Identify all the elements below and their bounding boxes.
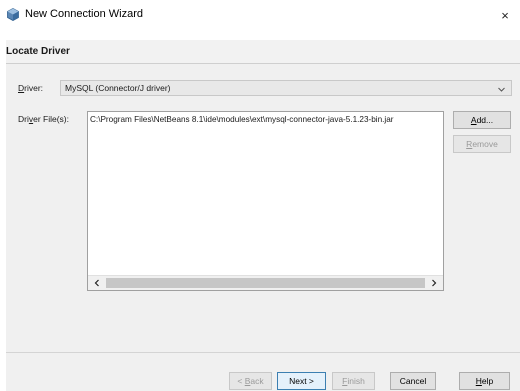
driver-files-label: Driver File(s): <box>18 114 69 124</box>
driver-label: Driver: <box>18 83 44 93</box>
window-title: New Connection Wizard <box>25 8 143 20</box>
step-title: Locate Driver <box>6 46 70 57</box>
chevron-down-icon <box>498 87 505 92</box>
driver-select[interactable]: MySQL (Connector/J driver) <box>60 80 512 96</box>
close-button[interactable]: × <box>490 0 520 30</box>
list-item[interactable]: C:\Program Files\NetBeans 8.1\ide\module… <box>90 115 394 124</box>
driver-select-value: MySQL (Connector/J driver) <box>65 83 171 93</box>
netbeans-cube-icon <box>7 8 19 21</box>
wizard-window: New Connection Wizard × Locate Driver Dr… <box>0 0 520 391</box>
step-header <box>6 40 520 65</box>
cancel-button[interactable]: Cancel <box>390 372 436 390</box>
scrollbar-thumb[interactable] <box>106 278 425 288</box>
horizontal-scrollbar[interactable] <box>88 275 443 290</box>
close-icon: × <box>501 7 509 23</box>
add-button[interactable]: Add... <box>453 111 511 129</box>
finish-button[interactable]: Finish <box>332 372 375 390</box>
scroll-right-arrow-icon[interactable] <box>427 276 441 290</box>
scroll-left-arrow-icon[interactable] <box>90 276 104 290</box>
help-button[interactable]: Help <box>459 372 510 390</box>
remove-button[interactable]: Remove <box>453 135 511 153</box>
wizard-footer: < Back Next > Finish Cancel Help <box>6 353 520 391</box>
back-button[interactable]: < Back <box>229 372 272 390</box>
title-bar: New Connection Wizard × <box>0 0 520 30</box>
wizard-content: Driver: MySQL (Connector/J driver) Drive… <box>6 64 520 352</box>
next-button[interactable]: Next > <box>277 372 326 390</box>
driver-files-list[interactable]: C:\Program Files\NetBeans 8.1\ide\module… <box>87 111 444 291</box>
